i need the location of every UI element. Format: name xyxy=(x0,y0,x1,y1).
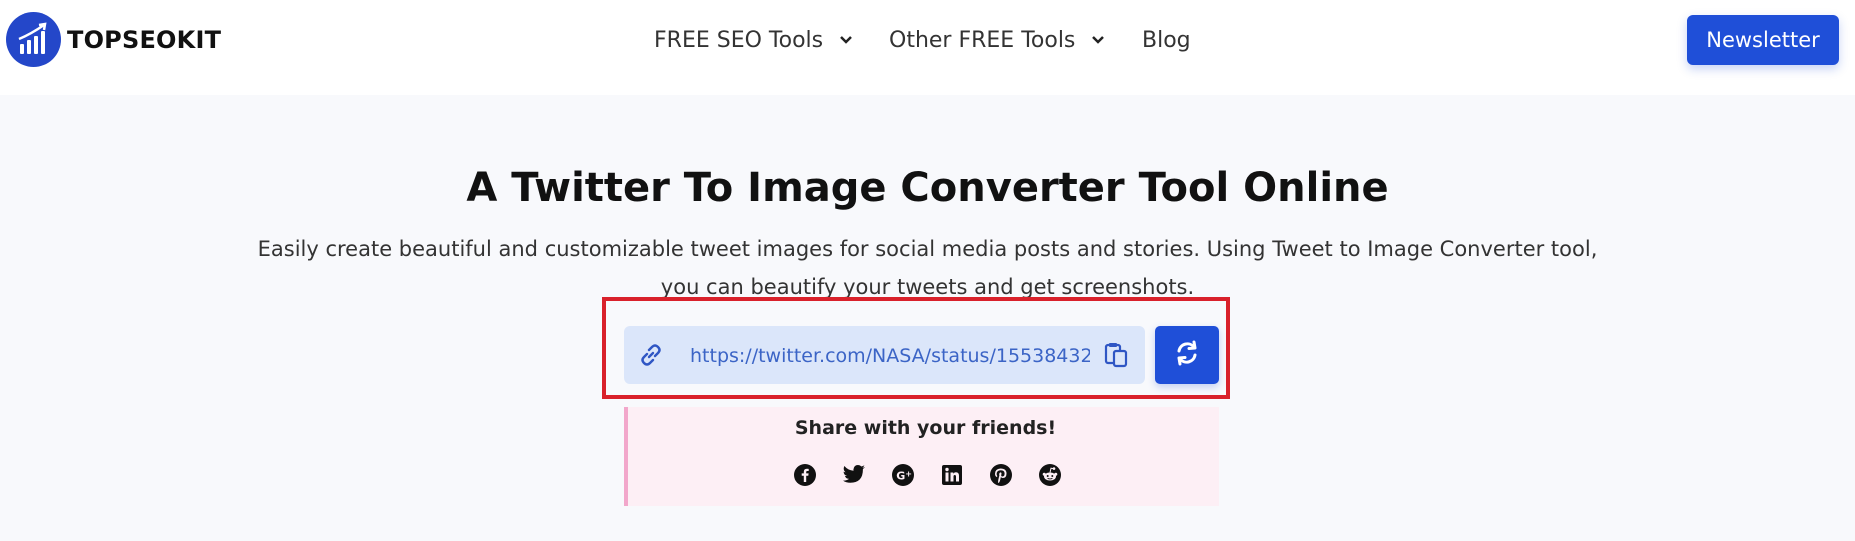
brand-name: TOPSEOKIT xyxy=(67,25,222,54)
clipboard-paste-icon[interactable] xyxy=(1102,341,1130,373)
newsletter-button[interactable]: Newsletter xyxy=(1687,15,1839,65)
top-navbar: TOPSEOKIT FREE SEO Tools Other FREE Tool… xyxy=(0,0,1855,95)
pinterest-icon[interactable] xyxy=(989,463,1013,487)
page-title: A Twitter To Image Converter Tool Online xyxy=(466,165,1389,211)
svg-text:+: + xyxy=(905,470,912,479)
link-icon xyxy=(638,343,664,371)
url-input-group xyxy=(624,326,1145,384)
tweet-url-input[interactable] xyxy=(688,338,1092,374)
nav-item-other-free-tools[interactable]: Other FREE Tools xyxy=(889,22,1105,58)
reddit-icon[interactable] xyxy=(1038,463,1062,487)
nav-label: Other FREE Tools xyxy=(889,27,1076,53)
brand-logo[interactable]: TOPSEOKIT xyxy=(6,12,221,67)
chevron-down-icon xyxy=(1091,35,1105,45)
share-icons: G + xyxy=(793,463,1062,487)
linkedin-icon[interactable] xyxy=(940,463,964,487)
google-plus-icon[interactable]: G + xyxy=(891,463,915,487)
svg-text:G: G xyxy=(896,470,905,483)
convert-refresh-button[interactable] xyxy=(1155,326,1219,384)
nav-label: FREE SEO Tools xyxy=(654,27,824,53)
refresh-icon xyxy=(1174,340,1200,370)
twitter-icon[interactable] xyxy=(842,463,866,487)
nav-item-free-seo-tools[interactable]: FREE SEO Tools xyxy=(654,22,853,58)
page-subtitle: Easily create beautiful and customizable… xyxy=(257,237,1598,299)
chevron-down-icon xyxy=(839,35,853,45)
bar-chart-logo-icon xyxy=(6,12,61,67)
nav-item-blog[interactable]: Blog xyxy=(1142,22,1191,58)
share-card: Share with your friends! G + xyxy=(624,407,1219,506)
share-title: Share with your friends! xyxy=(794,417,1057,439)
nav-label: Blog xyxy=(1142,27,1191,53)
facebook-icon[interactable] xyxy=(793,463,817,487)
